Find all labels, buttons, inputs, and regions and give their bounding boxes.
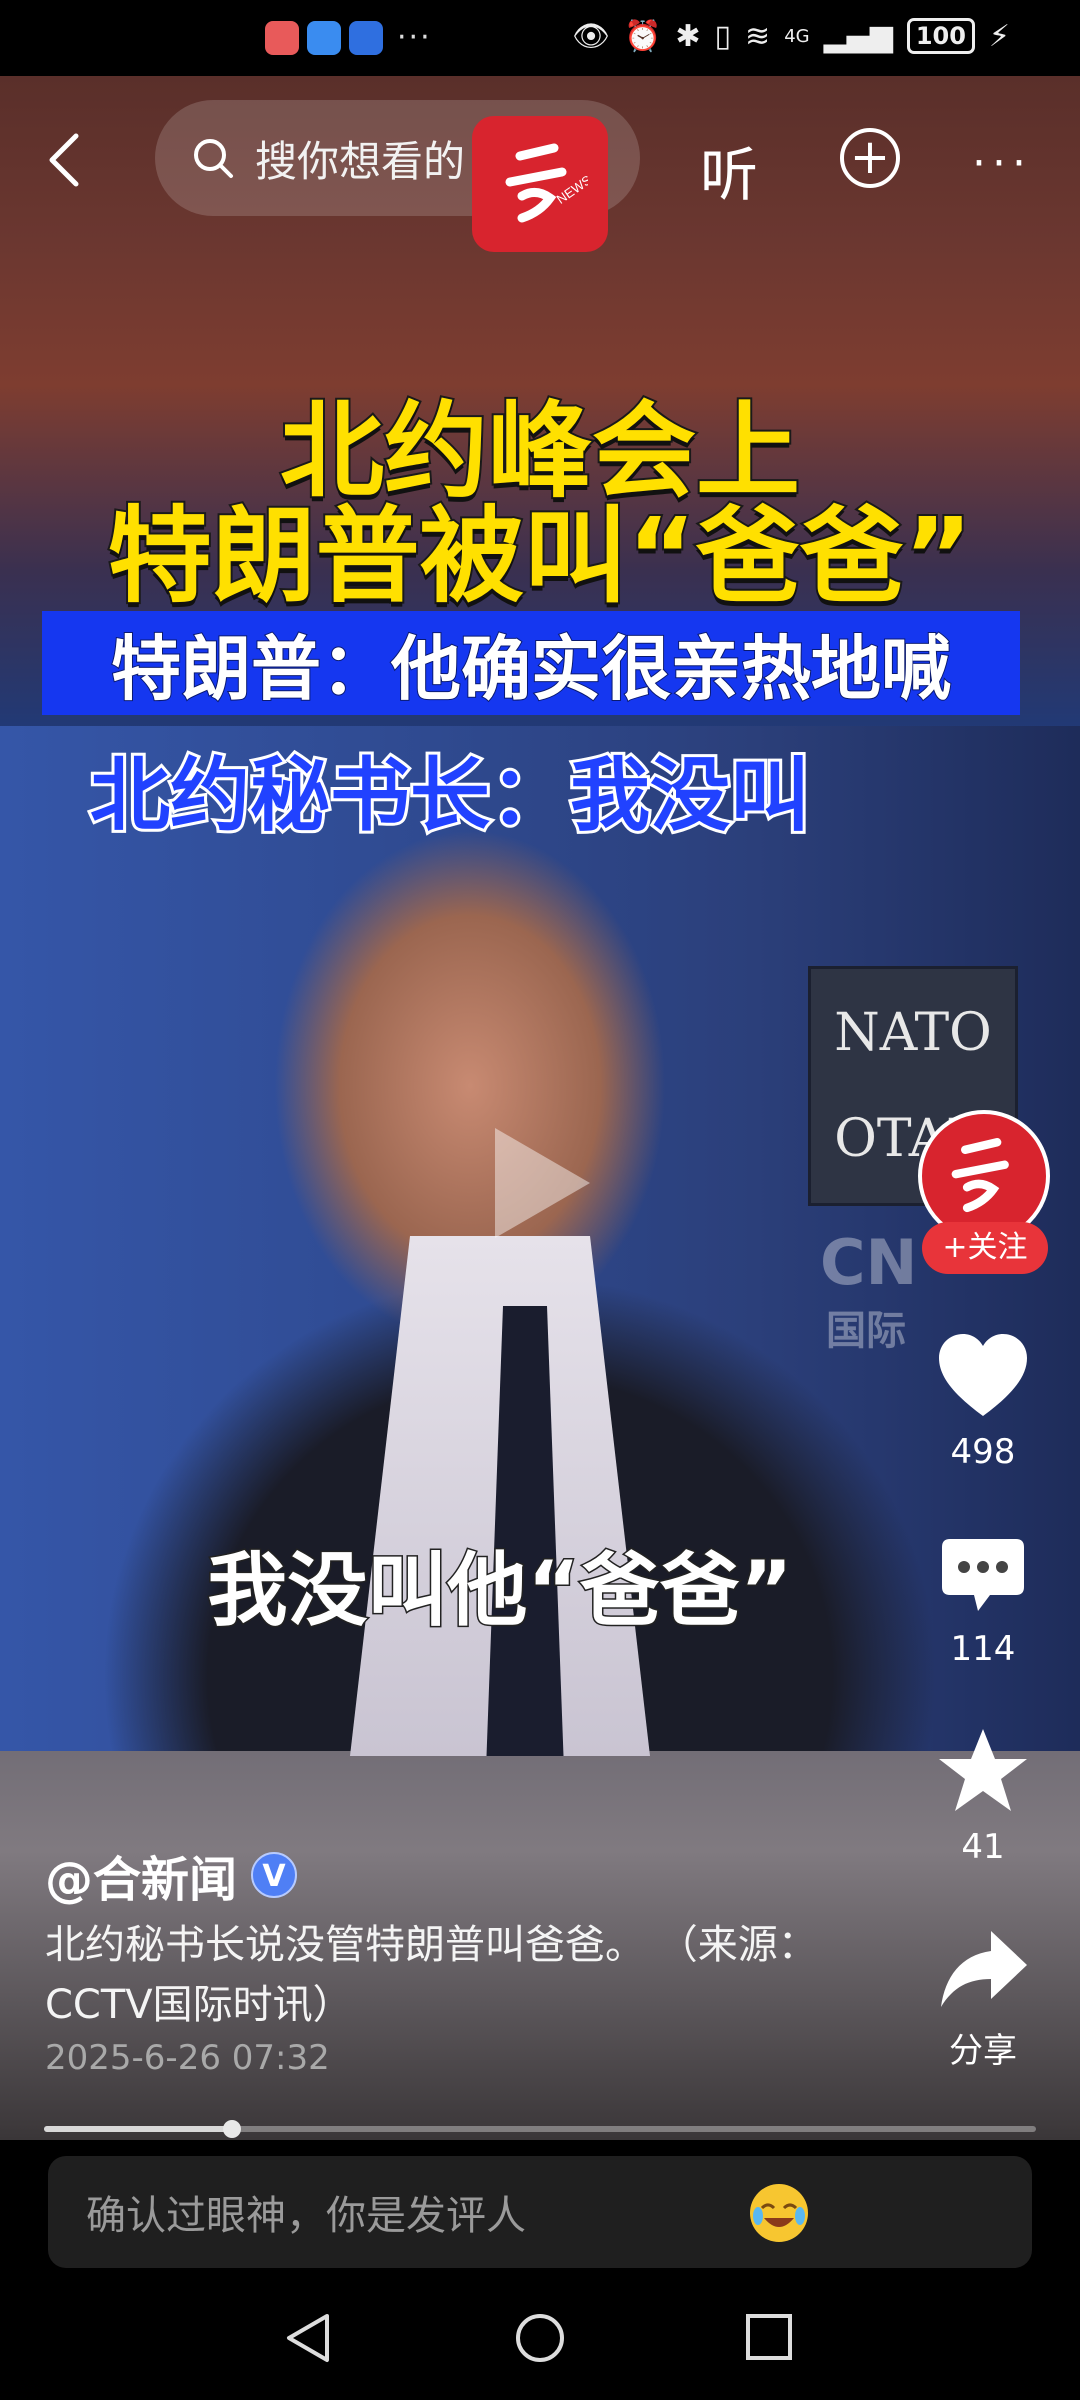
comment-icon — [942, 1539, 1024, 1611]
like-count: 498 — [950, 1432, 1016, 1472]
news-logo: NEWS — [472, 116, 608, 252]
status-more-icon: ··· — [397, 20, 432, 55]
more-options-icon[interactable]: ··· — [972, 138, 1032, 189]
vibrate-icon: ▯ — [714, 18, 732, 54]
share-action[interactable]: 分享 — [920, 1925, 1046, 2072]
alarm-icon: ⏰ — [624, 18, 662, 54]
video-progress-bar[interactable] — [44, 2120, 1036, 2138]
video-quote-text: 特朗普：他确实很亲热地喊 — [110, 627, 952, 711]
nav-home-icon[interactable] — [514, 2310, 566, 2366]
charging-icon: ⚡ — [988, 18, 1010, 54]
wifi-icon: ≋ — [745, 18, 771, 54]
listen-button[interactable]: 听 — [700, 128, 758, 212]
video-player[interactable]: NATO OTAN CN 国际 北约峰会上 特朗普被叫“爸爸” 特朗普：他确实很… — [0, 76, 1080, 2140]
video-subtitle: 我没叫他“爸爸” — [206, 1543, 794, 1639]
comment-count: 114 — [950, 1629, 1016, 1669]
favorite-count: 41 — [961, 1827, 1005, 1867]
play-icon[interactable] — [495, 1128, 590, 1238]
author-name[interactable]: @合新闻 — [45, 1840, 237, 1910]
status-icons: 👁 ⏰ ✱ ▯ ≋ 4G ▂▄▆ 100 ⚡ — [572, 18, 1010, 54]
video-headline-line2: 特朗普被叫“爸爸” — [106, 493, 975, 619]
author-name-row[interactable]: @合新闻 V — [45, 1840, 298, 1910]
heart-icon — [939, 1334, 1027, 1416]
nav-recents-icon[interactable] — [744, 2310, 794, 2366]
cctv-watermark-sub: 国际 — [826, 1308, 906, 1354]
add-button[interactable]: + — [840, 128, 900, 188]
browser-app-icon — [349, 20, 383, 55]
weather-app-icon — [307, 20, 341, 55]
bluetooth-icon: ✱ — [675, 18, 701, 54]
favorite-action[interactable]: 41 — [920, 1725, 1046, 1867]
nav-back-icon[interactable] — [283, 2310, 333, 2366]
post-description: 北约秘书长说没管特朗普叫爸爸。 （来源：CCTV国际时讯） — [45, 1922, 818, 2028]
follow-button[interactable]: +关注 — [922, 1222, 1048, 1274]
battery-level: 100 — [906, 18, 975, 54]
status-bar: ··· 👁 ⏰ ✱ ▯ ≋ 4G ▂▄▆ 100 ⚡ — [0, 0, 1080, 76]
huawei-app-icon — [265, 20, 299, 55]
star-icon — [939, 1729, 1027, 1811]
search-icon — [194, 139, 233, 178]
verified-badge-icon: V — [251, 1852, 298, 1898]
nato-sign-text: NATO — [834, 1003, 992, 1063]
back-arrow-icon[interactable] — [40, 130, 90, 190]
emoji-icon[interactable] — [748, 2182, 810, 2244]
share-label: 分享 — [949, 2031, 1017, 2071]
network-label: 4G — [784, 25, 810, 47]
he-news-avatar-icon — [951, 1138, 1009, 1213]
eye-icon: 👁 — [571, 18, 611, 54]
status-notifications: ··· — [265, 20, 432, 55]
signal-icon: ▂▄▆ — [823, 18, 893, 54]
share-icon — [941, 1931, 1027, 2007]
post-timestamp: 2025-6-26 07:32 — [45, 2038, 330, 2078]
video-nato-quote: 北约秘书长：我没叫 — [87, 746, 813, 845]
video-quote-band: 特朗普：他确实很亲热地喊 — [42, 611, 1020, 715]
top-bar: 搜你想看的 NEWS 听 + ··· — [0, 100, 1080, 252]
video-progress-fill — [44, 2126, 233, 2132]
cctv-watermark: CN — [820, 1226, 918, 1299]
comment-placeholder: 确认过眼神，你是发评人 — [86, 2193, 526, 2239]
system-nav-bar — [0, 2280, 1080, 2400]
he-news-logo-icon: NEWS — [505, 143, 588, 223]
search-placeholder: 搜你想看的 — [255, 136, 466, 186]
like-action[interactable]: 498 — [920, 1330, 1046, 1472]
comment-action[interactable]: 114 — [920, 1535, 1046, 1669]
comment-input[interactable]: 确认过眼神，你是发评人 — [48, 2156, 1032, 2268]
